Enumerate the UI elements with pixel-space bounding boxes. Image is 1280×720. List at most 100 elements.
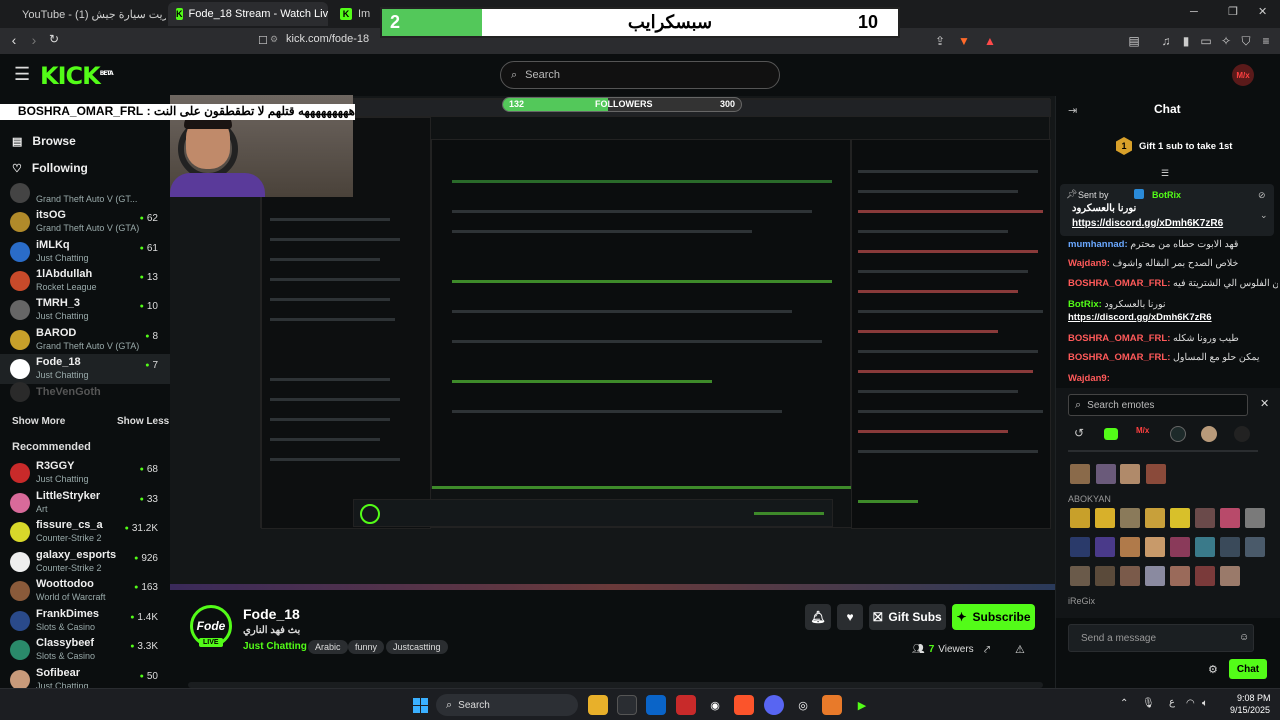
media-icon[interactable]: ♫ [1158, 33, 1174, 49]
leo-icon[interactable]: ✧ [1218, 33, 1234, 49]
reload-icon[interactable]: ↻ [44, 32, 64, 46]
follow-heart-button[interactable]: ♥ [837, 604, 863, 630]
sidebar-channel[interactable]: 1lAbdullahRocket League 13 [0, 266, 170, 296]
taskbar-search[interactable]: ⌕ Search [436, 694, 578, 716]
obs-icon[interactable]: ◉ [705, 695, 725, 715]
emote[interactable] [1070, 537, 1090, 557]
emote[interactable] [1120, 566, 1140, 586]
gift-sub-banner[interactable]: Gift 1 sub to take 1st [1139, 141, 1232, 152]
emote[interactable] [1245, 508, 1265, 528]
emote[interactable] [1170, 537, 1190, 557]
emote[interactable] [1095, 508, 1115, 528]
share-icon[interactable]: ⇪ [932, 33, 948, 49]
sidebar-channel[interactable]: BARODGrand Theft Auto V (GTA) 8 [0, 325, 170, 355]
emote[interactable] [1220, 566, 1240, 586]
tag-arabic[interactable]: Arabic [308, 640, 348, 654]
windows-start-icon[interactable] [410, 695, 430, 715]
site-info-icon[interactable]: ⚙ [270, 34, 278, 45]
tag-funny[interactable]: funny [348, 640, 385, 654]
vpn-icon[interactable]: ⛉ [1238, 33, 1254, 49]
language-indicator[interactable]: ع [1169, 697, 1175, 708]
pinned-link[interactable]: https://discord.gg/xDmh6K7zR6 [1072, 218, 1223, 229]
channel-3-emotes-icon[interactable] [1201, 426, 1217, 442]
chat-message-text[interactable]: https://discord.gg/xDmh6K7zR6 [1068, 312, 1212, 323]
kick-emotes-icon[interactable] [1104, 428, 1118, 440]
app-icon[interactable] [676, 695, 696, 715]
emote[interactable] [1145, 566, 1165, 586]
emote[interactable] [1095, 566, 1115, 586]
chat-username[interactable]: Wajdan9: [1068, 258, 1110, 269]
sidebar-channel[interactable]: fissure_cs_a Counter-Strike 2 31.2K [0, 517, 170, 547]
chat-send-button[interactable]: Chat [1229, 659, 1267, 679]
user-avatar[interactable]: M/x [1232, 64, 1254, 86]
chevron-up-icon[interactable]: ⌃ [1120, 698, 1128, 709]
discord-icon[interactable] [764, 695, 784, 715]
chat-username[interactable]: BOSHRA_OMAR_FRL: [1068, 333, 1170, 344]
chevron-down-icon[interactable]: ⌄ [1260, 210, 1268, 221]
streamer-name[interactable]: Fode_18 [243, 606, 300, 622]
emote[interactable] [1145, 537, 1165, 557]
emote[interactable] [1070, 464, 1090, 484]
collapse-chat-icon[interactable]: ⇥ [1068, 104, 1077, 117]
brave-icon[interactable] [734, 695, 754, 715]
app-icon[interactable] [822, 695, 842, 715]
sidebar-channel[interactable]: itsOGGrand Theft Auto V (GTA)62 [0, 207, 170, 237]
url-field[interactable]: kick.com/fode-18 [286, 33, 369, 45]
sidebar-channel[interactable]: Woottodoo World of Warcraft 163 [0, 576, 170, 606]
emote[interactable] [1070, 508, 1090, 528]
emote[interactable] [1170, 566, 1190, 586]
emote[interactable] [1120, 537, 1140, 557]
emote-search-input[interactable]: ⌕ Search emotes [1068, 394, 1248, 416]
sidebar-icon[interactable]: ▮ [1178, 33, 1194, 49]
menu-hamburger-icon[interactable]: ☰ [14, 64, 30, 85]
volume-icon[interactable]: 🔈︎ [1202, 698, 1208, 709]
reader-icon[interactable]: ▤ [1126, 33, 1142, 49]
chat-username[interactable]: BotRix: [1068, 299, 1102, 310]
sidebar-channel[interactable]: FrankDimesSlots & Casino 1.4K [0, 606, 170, 636]
pinned-expand-icon[interactable]: ☰ [1161, 168, 1169, 179]
clock-date[interactable]: 9/15/2025 [1230, 705, 1270, 715]
wallet-icon[interactable]: ▭ [1198, 33, 1214, 49]
chat-settings-gear-icon[interactable]: ⚙ [1208, 663, 1218, 676]
channel-4-emotes-icon[interactable] [1234, 426, 1250, 442]
show-more-button[interactable]: Show More [12, 416, 65, 427]
sidebar-channel[interactable]: Classybeef Slots & Casino 3.3K [0, 635, 170, 665]
file-explorer-icon[interactable] [588, 695, 608, 715]
kick-logo[interactable]: KICKBETA [40, 62, 114, 90]
sidebar-channel[interactable]: R3GGY Just Chatting 68 [0, 458, 170, 488]
sidebar-channel[interactable]: LittleStrykerArt 33 [0, 488, 170, 518]
pinned-user[interactable]: BotRix [1152, 190, 1181, 200]
emote[interactable] [1170, 508, 1190, 528]
store-icon[interactable] [617, 695, 637, 715]
subscribe-button[interactable]: ✦ Subscribe [952, 604, 1035, 630]
tab-immxx[interactable]: K Im [332, 2, 380, 26]
sidebar-channel[interactable]: Grand Theft Auto V (GT... [0, 178, 170, 208]
close-window-icon[interactable]: ✕ [1258, 5, 1267, 18]
tab-fode-stream[interactable]: K Fode_18 Stream - Watch Live ✕ [168, 2, 328, 26]
rewards-icon[interactable]: ▲ [982, 33, 998, 49]
emote[interactable] [1245, 537, 1265, 557]
nav-following[interactable]: ♡ Following [12, 161, 88, 175]
menu-icon[interactable]: ≡ [1258, 33, 1274, 49]
emote[interactable] [1146, 464, 1166, 484]
microphone-icon[interactable]: 🎙︎ [1142, 698, 1155, 709]
emote[interactable] [1070, 566, 1090, 586]
chat-username[interactable]: Wajdan9: [1068, 373, 1110, 384]
stream-category[interactable]: Just Chatting [243, 641, 307, 652]
sidebar-channel[interactable]: iMLKqJust Chatting 61 [0, 237, 170, 267]
tag-justcastting[interactable]: Justcastting [386, 640, 448, 654]
search-input[interactable]: ⌕ Search [500, 61, 780, 89]
share-icon[interactable]: ⤤ [984, 644, 990, 657]
sidebar-channel[interactable]: galaxy_esportsCounter-Strike 2 926 [0, 547, 170, 577]
emote[interactable] [1120, 464, 1140, 484]
bookmark-icon[interactable]: ☐ [258, 34, 268, 47]
emote[interactable] [1220, 537, 1240, 557]
emote[interactable] [1145, 508, 1165, 528]
emote[interactable] [1096, 464, 1116, 484]
chat-username[interactable]: mumhannad: [1068, 239, 1128, 250]
forward-icon[interactable]: › [24, 32, 44, 48]
emote[interactable] [1220, 508, 1240, 528]
kick-app-icon[interactable]: ▶ [852, 695, 872, 715]
brave-shield-icon[interactable]: ▼ [956, 33, 972, 49]
offline-channel[interactable]: TheVenGoth [10, 382, 160, 404]
